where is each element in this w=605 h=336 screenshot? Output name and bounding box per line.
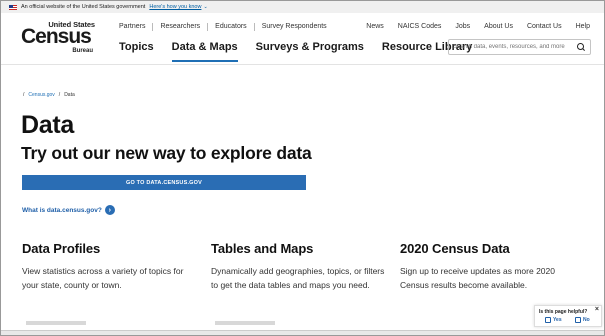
logo-bureau: Bureau — [72, 48, 93, 54]
main-nav-data-maps[interactable]: Data & Maps — [171, 41, 238, 62]
card-image — [26, 321, 86, 325]
utility-nav-right: News NAICS Codes Jobs About Us Contact U… — [366, 23, 590, 30]
breadcrumb: / Census.gov / Data — [23, 92, 75, 98]
us-flag-icon — [9, 4, 17, 10]
feedback-no-button[interactable]: No — [575, 317, 590, 323]
feedback-widget: Is this page helpful? × Yes No — [534, 305, 602, 327]
breadcrumb-home[interactable]: Census.gov — [28, 92, 54, 98]
nav-news[interactable]: News — [366, 23, 384, 30]
census-logo[interactable]: United States Census Bureau — [21, 20, 99, 60]
search-icon[interactable] — [576, 42, 586, 52]
logo-census: Census — [21, 25, 92, 48]
breadcrumb-separator: / — [23, 92, 25, 98]
card-title: 2020 Census Data — [400, 241, 510, 256]
card-data-profiles[interactable]: Data Profiles View statistics across a v… — [22, 241, 197, 325]
gov-banner: An official website of the United States… — [1, 1, 604, 13]
nav-help[interactable]: Help — [576, 23, 590, 30]
browser-page: An official website of the United States… — [0, 0, 605, 336]
site-header: United States Census Bureau Partners Res… — [1, 13, 604, 65]
breadcrumb-current: Data — [64, 92, 75, 98]
feedback-no-label: No — [583, 317, 590, 323]
what-is-data-census-label: What is data.census.gov? — [22, 206, 102, 214]
card-image — [215, 321, 275, 325]
card-tables-maps[interactable]: Tables and Maps Dynamically add geograph… — [211, 241, 386, 325]
go-to-data-census-button[interactable]: GO TO DATA.CENSUS.GOV — [22, 175, 306, 190]
nav-about-us[interactable]: About Us — [484, 23, 513, 30]
breadcrumb-separator: / — [58, 92, 61, 98]
main-nav: Topics Data & Maps Surveys & Programs Re… — [119, 41, 490, 62]
feedback-yes-label: Yes — [553, 317, 562, 323]
card-text: Sign up to receive updates as more 2020 … — [400, 266, 555, 290]
main-nav-surveys-programs[interactable]: Surveys & Programs — [256, 41, 364, 59]
feedback-title: Is this page helpful? — [539, 309, 588, 315]
what-is-data-census-link[interactable]: What is data.census.gov? › — [22, 205, 115, 215]
gov-banner-text: An official website of the United States… — [21, 4, 146, 10]
thumbs-down-icon — [575, 317, 581, 323]
nav-researchers[interactable]: Researchers — [160, 23, 209, 31]
feedback-yes-button[interactable]: Yes — [545, 317, 562, 323]
card-title: Data Profiles — [22, 241, 101, 256]
thumbs-up-icon — [545, 317, 551, 323]
page-subtitle: Try out our new way to explore data — [21, 143, 312, 163]
nav-survey-respondents[interactable]: Survey Respondents — [262, 23, 334, 31]
card-text: Dynamically add geographies, topics, or … — [211, 266, 385, 290]
main-nav-topics[interactable]: Topics — [119, 41, 154, 59]
arrow-right-icon: › — [104, 205, 115, 215]
nav-contact-us[interactable]: Contact Us — [527, 23, 562, 30]
chevron-down-icon[interactable]: ⌄ — [203, 4, 207, 10]
close-icon[interactable]: × — [595, 306, 599, 313]
heres-how-you-know-link[interactable]: Here's how you know — [149, 4, 201, 10]
utility-nav: Partners Researchers Educators Survey Re… — [119, 23, 341, 31]
search-box — [448, 39, 591, 55]
nav-partners[interactable]: Partners — [119, 23, 154, 31]
nav-jobs[interactable]: Jobs — [455, 23, 470, 30]
page-title: Data — [21, 111, 74, 139]
nav-educators[interactable]: Educators — [215, 23, 255, 31]
card-text: View statistics across a variety of topi… — [22, 266, 184, 290]
card-title: Tables and Maps — [211, 241, 314, 256]
nav-naics-codes[interactable]: NAICS Codes — [398, 23, 442, 30]
search-input[interactable] — [453, 44, 577, 50]
card-2020-census-data[interactable]: 2020 Census Data Sign up to receive upda… — [400, 241, 575, 292]
horizontal-scrollbar[interactable] — [1, 330, 604, 335]
